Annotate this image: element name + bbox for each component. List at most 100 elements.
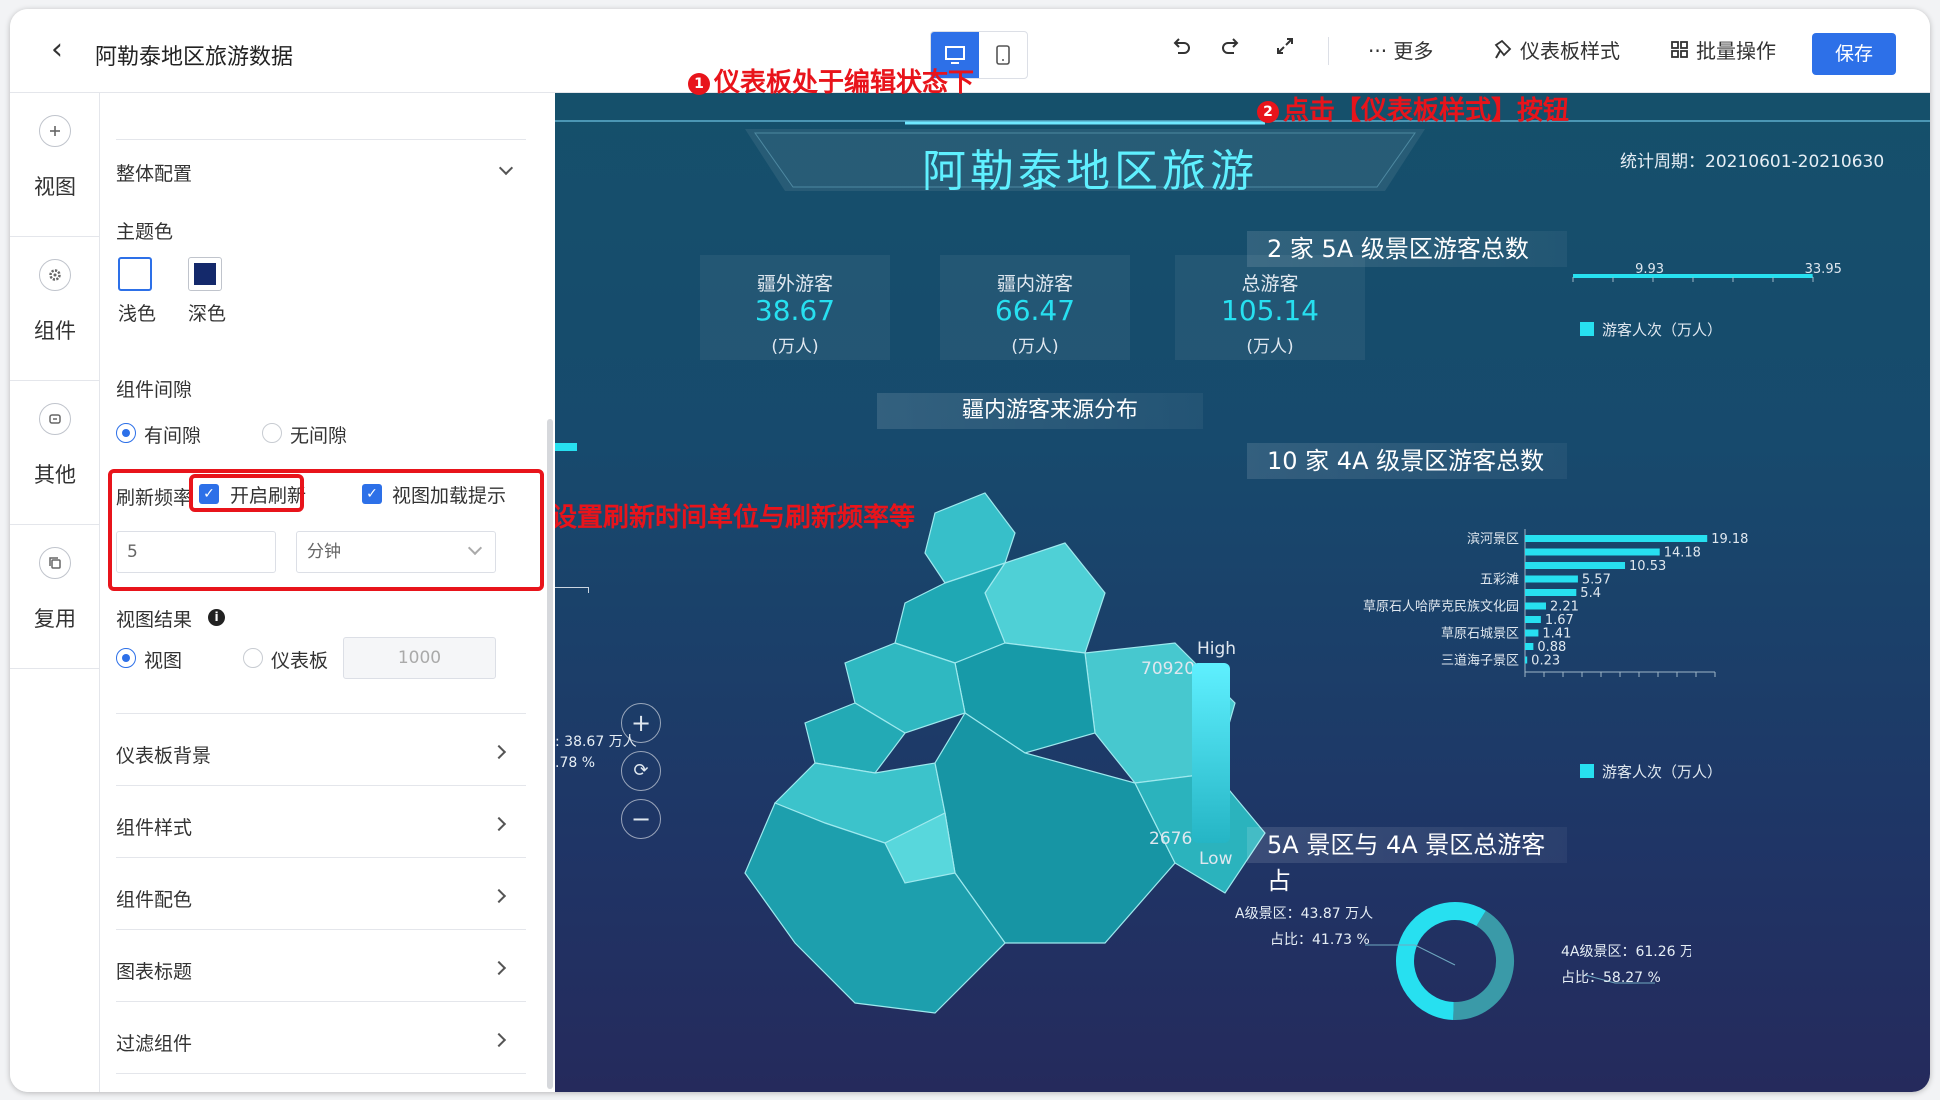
chevron-right-icon[interactable]	[491, 1032, 507, 1048]
section-component-colors[interactable]: 组件配色	[116, 885, 192, 912]
bar	[1525, 548, 1660, 556]
result-limit-input[interactable]: 1000	[343, 637, 496, 679]
rail-label-component: 组件	[34, 319, 76, 343]
annotation-3: 3设置刷新时间单位与刷新频率等	[555, 497, 915, 534]
result-view-radio[interactable]	[116, 648, 136, 668]
info-icon[interactable]: i	[208, 609, 225, 626]
legend-max: 70920	[1141, 659, 1196, 679]
map-tooltip-percent: .78 %	[555, 755, 596, 771]
dashboard-canvas: 阿勒泰地区旅游 统计周期：20210601-20210630 疆外游客 38.6…	[555, 93, 1930, 1092]
data-label: 19.18	[1711, 532, 1748, 547]
map-tooltip-value: : 38.67 万人	[555, 734, 637, 750]
mobile-view-button[interactable]	[979, 32, 1027, 78]
fullscreen-button[interactable]	[1274, 35, 1296, 57]
undo-button[interactable]	[1170, 35, 1192, 57]
overall-config-label[interactable]: 整体配置	[116, 159, 192, 186]
kpi-card-inside: 疆内游客 66.47 (万人)	[940, 255, 1130, 360]
kpi-label: 疆内游客	[996, 273, 1073, 295]
gear-icon	[39, 259, 71, 291]
annotation-text: 设置刷新时间单位与刷新频率等	[555, 503, 916, 533]
chevron-down-icon[interactable]	[498, 160, 514, 176]
section-filter-component[interactable]: 过滤组件	[116, 1029, 192, 1056]
annotation-1: 1 仪表板处于编辑状态下	[688, 62, 974, 99]
chevron-right-icon[interactable]	[491, 960, 507, 976]
bar	[1525, 643, 1534, 650]
category-label: 滨河景区	[1467, 531, 1519, 547]
rail-item-other[interactable]: 其他	[10, 381, 100, 525]
theme-light-swatch[interactable]	[118, 257, 152, 291]
dashboard-title: 阿勒泰地区旅游	[922, 146, 1258, 197]
section-dashboard-bg[interactable]: 仪表板背景	[116, 741, 211, 768]
donut-label-5a-value: A级景区：43.87 万人	[1235, 906, 1374, 922]
rail-label-view: 视图	[34, 175, 76, 199]
donut-label-4a-value: 4A级景区：61.26 万人	[1561, 944, 1691, 960]
save-button[interactable]: 保存	[1812, 33, 1896, 75]
xinjiang-map[interactable]	[705, 473, 1325, 1033]
kpi-unit: (万人)	[771, 337, 819, 357]
spacing-on-radio[interactable]	[116, 423, 136, 443]
theme-dark-label: 深色	[188, 303, 227, 325]
divider	[116, 857, 526, 858]
bar	[1525, 575, 1578, 583]
dashboard-style-label: 仪表板样式	[1520, 39, 1620, 63]
theme-dark-swatch[interactable]	[188, 257, 222, 291]
rail-item-view[interactable]: 视图	[10, 93, 100, 237]
phone-icon	[996, 45, 1010, 65]
legend-min: 2676	[1149, 829, 1193, 849]
style-brush-icon	[1494, 39, 1512, 58]
redo-icon	[1222, 38, 1239, 54]
rail-item-reuse[interactable]: 复用	[10, 525, 100, 669]
back-arrow-icon[interactable]: ‹	[40, 33, 74, 67]
annotation-number: 2	[1257, 101, 1279, 123]
bar	[1525, 589, 1577, 596]
config-panel: 整体配置 主题色 浅色 深色 组件间隙 有间隙 无间隙 刷新频率 ✓ 开启刷新 …	[100, 93, 555, 1092]
spacing-label: 组件间隙	[116, 379, 193, 401]
copy-icon	[39, 547, 71, 579]
spacing-off-label: 无间隙	[290, 425, 348, 447]
divider	[116, 713, 526, 714]
result-dashboard-radio[interactable]	[243, 648, 263, 668]
highlight-refresh-box	[108, 469, 544, 591]
panel-scrollbar[interactable]	[547, 419, 553, 1089]
data-label: 10.53	[1629, 559, 1666, 574]
map-scale-mark	[555, 587, 589, 593]
bar	[1525, 656, 1528, 664]
batch-ops-button[interactable]: 批量操作	[1670, 35, 1776, 64]
undo-icon	[1173, 38, 1190, 54]
legend-high: High	[1197, 639, 1237, 659]
chart-5a-bar[interactable]: 9.93 33.95	[1535, 261, 1930, 291]
data-label: 14.18	[1664, 546, 1701, 561]
more-button[interactable]: ··· 更多	[1368, 35, 1433, 64]
rail-item-component[interactable]: 组件	[10, 237, 100, 381]
batch-ops-label: 批量操作	[1696, 39, 1776, 63]
legend-text: 游客人次（万人）	[1602, 321, 1723, 339]
reset-view-button[interactable]: ⟳	[621, 751, 661, 791]
chart-4a-bar[interactable]: 19.18滨河景区14.1810.535.57五彩滩5.42.21草原石人哈萨克…	[1355, 529, 1915, 709]
zoom-out-button[interactable]: −	[621, 799, 661, 839]
section-chart-title[interactable]: 图表标题	[116, 957, 192, 984]
spacing-off-radio[interactable]	[262, 423, 282, 443]
bar	[1525, 629, 1539, 637]
bar	[1525, 602, 1546, 610]
divider	[116, 929, 526, 930]
category-label: 草原石人哈萨克民族文化园	[1363, 599, 1519, 615]
donut-label-5a-percent: 占比：41.73 %	[1270, 932, 1370, 948]
legend-gradient-bar[interactable]	[1192, 663, 1230, 843]
bar	[1525, 535, 1708, 542]
chevron-right-icon[interactable]	[491, 744, 507, 760]
data-label: 5.4	[1580, 586, 1601, 601]
divider	[116, 1073, 526, 1074]
map-title: 疆内游客来源分布	[877, 393, 1203, 429]
section-5a-title: 2 家 5A 级景区游客总数	[1247, 231, 1567, 267]
chevron-right-icon[interactable]	[491, 888, 507, 904]
section-4a-title: 10 家 4A 级景区游客总数	[1247, 443, 1567, 479]
chevron-right-icon[interactable]	[491, 816, 507, 832]
dashboard-style-button[interactable]: 仪表板样式	[1492, 35, 1620, 64]
result-view-label: 视图	[144, 650, 183, 672]
section-component-style[interactable]: 组件样式	[116, 813, 192, 840]
divider	[116, 1001, 526, 1002]
legend-swatch	[1580, 322, 1594, 336]
divider	[116, 785, 526, 786]
redo-button[interactable]	[1220, 35, 1242, 57]
bar	[1525, 562, 1626, 569]
